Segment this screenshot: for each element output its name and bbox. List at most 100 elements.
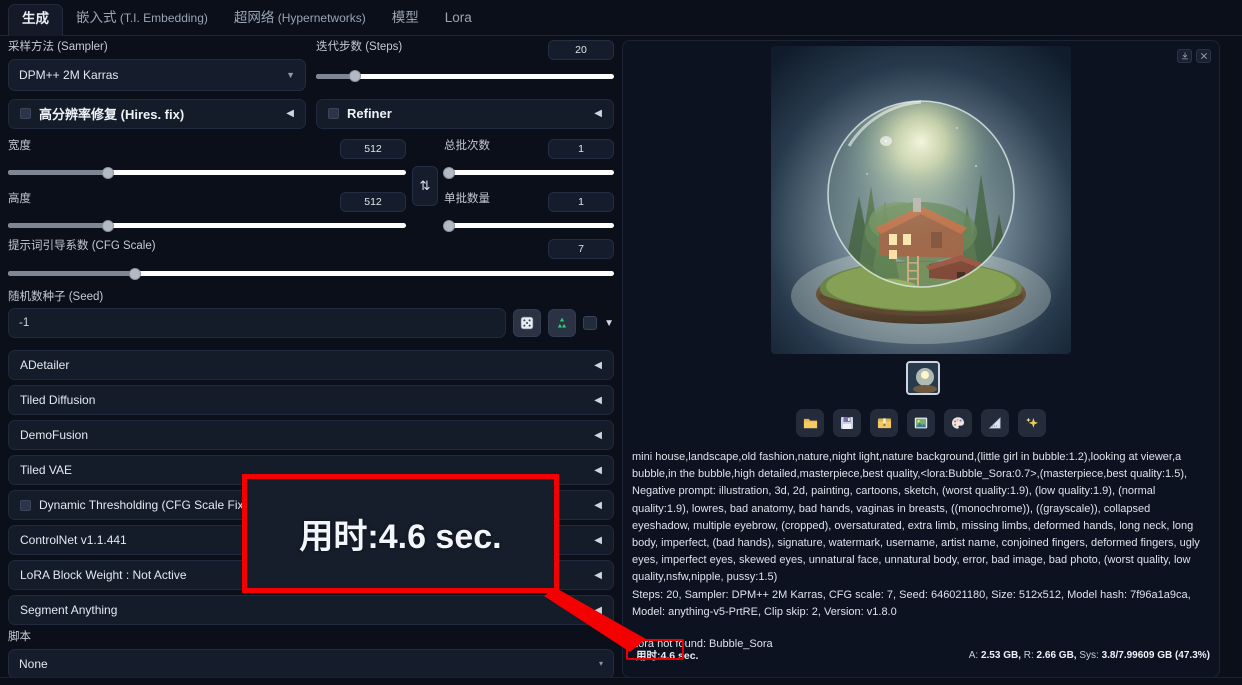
refiner-label: Refiner [347,106,392,122]
tab-lora[interactable]: Lora [432,3,485,35]
height-slider[interactable] [8,219,406,233]
send-to-more-button[interactable] [1018,409,1046,437]
width-slider-knob[interactable] [101,166,114,179]
accordion-tiled-vae-label: Tiled VAE [20,463,73,478]
batch-count-slider-knob[interactable] [443,166,456,179]
accordion-segment-anything[interactable]: Segment Anything ◀ [8,595,614,626]
tab-generate[interactable]: 生成 [8,4,63,36]
chevron-left-icon: ◀ [594,569,602,581]
floppy-disk-icon [841,417,853,429]
batch-count-value-input[interactable]: 1 [548,138,614,159]
recycle-icon[interactable] [548,309,577,338]
generated-image[interactable] [771,46,1071,354]
height-slider-knob[interactable] [101,219,114,232]
tab-hypernetworks-sub: (Hypernetworks) [274,11,366,26]
chevron-left-icon: ◀ [594,429,602,441]
batch-size-slider[interactable] [443,219,614,233]
gallery-thumbnail[interactable] [906,361,940,395]
chevron-left-icon: ◀ [594,534,602,546]
memory-r-value: 2.66 GB, [1036,650,1077,661]
tab-embedding[interactable]: 嵌入式 (T.I. Embedding) [63,3,221,35]
cfg-scale-value-input[interactable]: 7 [548,238,614,259]
extra-seed-checkbox[interactable] [583,316,598,331]
open-folder-button[interactable] [796,409,824,437]
seed-input[interactable]: -1 [8,308,507,339]
output-action-buttons [623,409,1219,437]
hires-fix-checkbox[interactable] [20,108,31,120]
sparkles-icon [1026,417,1038,428]
swap-icon: ⇅ [419,177,431,193]
width-slider-fill [8,170,108,176]
save-button[interactable] [833,409,861,437]
batch-size-value-input[interactable]: 1 [548,191,614,212]
cfg-scale-slider[interactable] [8,267,614,281]
tab-hypernetworks[interactable]: 超网络 (Hypernetworks) [221,3,379,35]
height-label: 高度 [8,192,31,205]
batch-size-slider-knob[interactable] [443,219,456,232]
send-to-img2img-button[interactable] [907,409,935,437]
accordion-tiled-vae[interactable]: Tiled VAE ◀ [8,455,614,486]
tab-embedding-sub: (T.I. Embedding) [116,11,208,26]
chevron-left-icon: ◀ [594,604,602,616]
accordion-tiled-diffusion[interactable]: Tiled Diffusion ◀ [8,385,614,416]
extensions-accordion-list: ADetailer ◀ Tiled Diffusion ◀ DemoFusion… [8,350,614,626]
settings-panel: 采样方法 (Sampler) DPM++ 2M Karras ▼ 迭代步数 (S… [8,40,614,679]
send-to-extras-button[interactable] [981,409,1009,437]
chevron-left-icon: ◀ [594,359,602,371]
tab-embedding-label: 嵌入式 [76,10,117,26]
accordion-adetailer[interactable]: ADetailer ◀ [8,350,614,381]
steps-value-input[interactable]: 20 [548,40,614,60]
batch-count-slider[interactable] [443,166,614,180]
refiner-checkbox[interactable] [328,108,339,120]
height-value-input[interactable]: 512 [340,191,406,212]
chevron-left-icon: ◀ [594,464,602,476]
sampler-select[interactable]: DPM++ 2M Karras ▼ [8,58,306,91]
tab-generate-label: 生成 [22,11,49,27]
seed-extra-chevron-down-icon[interactable]: ▼ [604,318,614,329]
chevron-down-icon: ▾ [598,659,603,669]
width-value-input[interactable]: 512 [340,138,406,159]
accordion-dynamic-thresholding-label: Dynamic Thresholding (CFG Scale Fix) [39,498,248,513]
memory-sys-label: Sys: [1079,650,1099,661]
bottom-edge [0,677,1242,685]
accordion-lora-block-weight[interactable]: LoRA Block Weight : Not Active ◀ [8,560,614,591]
save-zip-button[interactable] [870,409,898,437]
dynamic-thresholding-checkbox[interactable] [20,499,31,511]
accordion-lora-block-weight-label: LoRA Block Weight : Not Active [20,568,187,583]
steps-slider-knob[interactable] [348,70,361,82]
width-label: 宽度 [8,139,31,152]
cfg-scale-slider-knob[interactable] [129,267,142,280]
steps-slider[interactable] [316,69,614,83]
main-tabbar: 生成 嵌入式 (T.I. Embedding) 超网络 (Hypernetwor… [0,0,1242,36]
chevron-left-icon: ◀ [286,108,294,120]
generation-info: mini house,landscape,old fashion,nature,… [632,449,1210,653]
download-icon[interactable] [1177,49,1192,63]
sampler-label: 采样方法 (Sampler) [8,41,108,53]
swap-width-height-button[interactable]: ⇅ [412,165,438,206]
script-select[interactable]: None ▾ [8,648,614,679]
output-panel: mini house,landscape,old fashion,nature,… [622,40,1220,678]
accordion-demofusion-label: DemoFusion [20,428,89,443]
memory-sys-value: 3.8/7.99609 GB (47.3%) [1101,650,1210,661]
steps-label: 迭代步数 (Steps) [316,41,403,53]
tab-models[interactable]: 模型 [379,3,432,35]
hires-fix-accordion[interactable]: 高分辨率修复 (Hires. fix) ◀ [8,98,306,129]
script-value: None [19,656,48,671]
hires-fix-label: 高分辨率修复 (Hires. fix) [39,107,185,123]
batch-size-label: 单批数量 [444,192,490,205]
width-slider[interactable] [8,166,406,180]
accordion-controlnet[interactable]: ControlNet v1.1.441 ◀ [8,525,614,556]
send-to-inpaint-button[interactable] [944,409,972,437]
close-icon[interactable] [1196,49,1211,63]
batch-count-label: 总批次数 [444,139,490,152]
status-row: 用时:4.6 sec. A: 2.53 GB, R: 2.66 GB, Sys:… [632,646,1210,665]
tab-lora-label: Lora [444,10,472,26]
chevron-left-icon: ◀ [594,394,602,406]
memory-status: A: 2.53 GB, R: 2.66 GB, Sys: 3.8/7.99609… [969,650,1210,661]
dice-icon[interactable] [513,309,542,338]
tab-hypernetworks-label: 超网络 [233,10,275,26]
refiner-accordion[interactable]: Refiner ◀ [316,98,614,129]
image-icon [914,417,928,429]
accordion-dynamic-thresholding[interactable]: Dynamic Thresholding (CFG Scale Fix) ◀ [8,490,614,521]
accordion-demofusion[interactable]: DemoFusion ◀ [8,420,614,451]
